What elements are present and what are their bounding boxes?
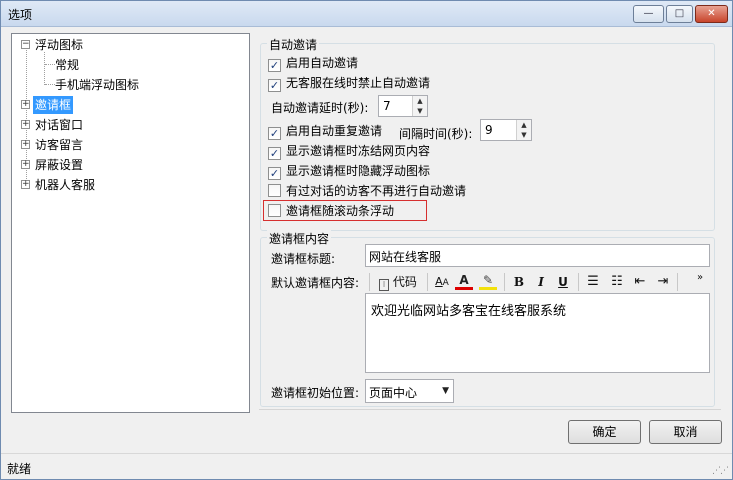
tree-item-label: 邀请框 [33,96,74,114]
code-button-label: 代码 [392,275,417,289]
font-size-icon[interactable]: AA [433,271,451,293]
window-title: 选项 [8,8,33,22]
maximize-button[interactable]: □ [666,5,693,23]
code-icon: ⁝ [379,279,390,291]
italic-icon[interactable]: I [532,271,550,293]
options-window: 选项 — □ ✕ − 浮动图标 常规 手机端浮动图标 + 邀请框 + 对话窗口 … [0,0,733,480]
numbered-list-icon[interactable]: ☰ [584,271,602,293]
expand-icon[interactable]: + [21,120,30,129]
checkbox-check-icon: ✓ [268,127,281,140]
expand-icon[interactable]: + [21,100,30,109]
invite-delay-value[interactable]: 7 [383,99,391,113]
editor-toolbar: ⁝ 代码 AA A ✎ B I U ☰ ☷ ⇤ ⇥ » [365,271,710,295]
minimize-button[interactable]: — [633,5,664,23]
invite-position-label: 邀请框初始位置: [271,386,360,400]
invite-delay-label: 自动邀请延时(秒): [271,101,369,115]
hide-float-icon-checkbox[interactable]: ✓ 显示邀请框时隐藏浮动图标 [268,163,431,180]
title-bar: 选项 — □ ✕ [1,1,732,27]
tree-item-label: 常规 [55,58,80,72]
ok-button[interactable]: 确定 [568,420,641,444]
checkbox-check-icon: ✓ [268,59,281,72]
checkbox-check-icon: ✓ [268,167,281,180]
freeze-page-checkbox[interactable]: ✓ 显示邀请框时冻结网页内容 [268,143,431,160]
more-tools-icon[interactable]: » [693,267,707,289]
scroll-float-checkbox[interactable]: 邀请框随滚动条浮动 [268,203,394,219]
status-text: 就绪 [7,462,32,476]
checkbox-label: 无客服在线时禁止自动邀请 [286,76,431,90]
invite-title-input[interactable]: 网站在线客服 [365,244,710,267]
checkbox-label: 显示邀请框时冻结网页内容 [286,144,431,158]
expand-icon[interactable]: + [21,160,30,169]
checkbox-check-icon: ✓ [268,79,281,92]
chevron-down-icon: ▼ [442,386,449,396]
underline-icon[interactable]: U [554,271,572,293]
checkbox-label: 显示邀请框时隐藏浮动图标 [286,164,431,178]
divider [259,409,721,410]
auto-invite-legend: 自动邀请 [267,36,320,53]
enable-repeat-invite-checkbox[interactable]: ✓ 启用自动重复邀请 [268,123,383,140]
invite-body-label: 默认邀请框内容: [271,276,360,290]
cancel-button[interactable]: 取消 [649,420,722,444]
no-reinvite-checkbox[interactable]: 有过对话的访客不再进行自动邀请 [268,183,466,199]
spinner-arrows-icon[interactable]: ▲ ▼ [412,96,427,116]
close-button[interactable]: ✕ [695,5,728,23]
spinner-arrows-icon[interactable]: ▲ ▼ [516,120,531,140]
code-button[interactable]: ⁝ 代码 [375,271,421,293]
enable-auto-invite-checkbox[interactable]: ✓ 启用自动邀请 [268,55,359,72]
font-color-icon[interactable]: A [455,271,473,290]
indent-icon[interactable]: ⇥ [654,271,672,293]
tree-item-label: 浮动图标 [35,38,84,52]
checkbox-label: 启用自动邀请 [286,56,359,70]
invite-position-value: 页面中心 [369,386,418,400]
expand-icon[interactable]: + [21,180,30,189]
bullet-list-icon[interactable]: ☷ [608,271,626,293]
interval-label: 间隔时间(秒): [399,127,473,141]
invite-delay-spinner[interactable]: 7 ▲ ▼ [378,95,428,117]
interval-spinner[interactable]: 9 ▲ ▼ [480,119,532,141]
interval-value[interactable]: 9 [485,123,493,137]
highlight-color-icon[interactable]: ✎ [479,271,497,290]
checkbox-label: 邀请框随滚动条浮动 [286,204,395,218]
checkbox-check-icon: ✓ [268,147,281,160]
tree-item-label: 访客留言 [35,138,84,152]
collapse-icon[interactable]: − [21,40,30,49]
invite-position-select[interactable]: 页面中心 ▼ [365,379,454,403]
resize-grip-icon[interactable]: ⋰⋰ [712,466,729,476]
outdent-icon[interactable]: ⇤ [631,271,649,293]
no-agent-disable-checkbox[interactable]: ✓ 无客服在线时禁止自动邀请 [268,75,431,92]
settings-tree[interactable]: − 浮动图标 常规 手机端浮动图标 + 邀请框 + 对话窗口 + 访客留言 + … [11,33,250,413]
tree-item-label: 屏蔽设置 [35,158,84,172]
tree-item-label: 手机端浮动图标 [55,78,140,92]
invite-body-editor[interactable]: 欢迎光临网站多客宝在线客服系统 [365,293,710,373]
bold-icon[interactable]: B [510,271,528,293]
invite-title-label: 邀请框标题: [271,252,336,266]
status-bar: 就绪 ⋰⋰ [1,453,732,479]
checkbox-label: 有过对话的访客不再进行自动邀请 [286,184,467,198]
checkbox-label: 启用自动重复邀请 [286,124,383,138]
tree-item-label: 机器人客服 [35,178,96,192]
invite-content-legend: 邀请框内容 [267,230,332,247]
dialog-content: − 浮动图标 常规 手机端浮动图标 + 邀请框 + 对话窗口 + 访客留言 + … [1,28,732,453]
checkbox-empty-icon [268,204,281,217]
tree-item-label: 对话窗口 [35,118,84,132]
checkbox-empty-icon [268,184,281,197]
expand-icon[interactable]: + [21,140,30,149]
